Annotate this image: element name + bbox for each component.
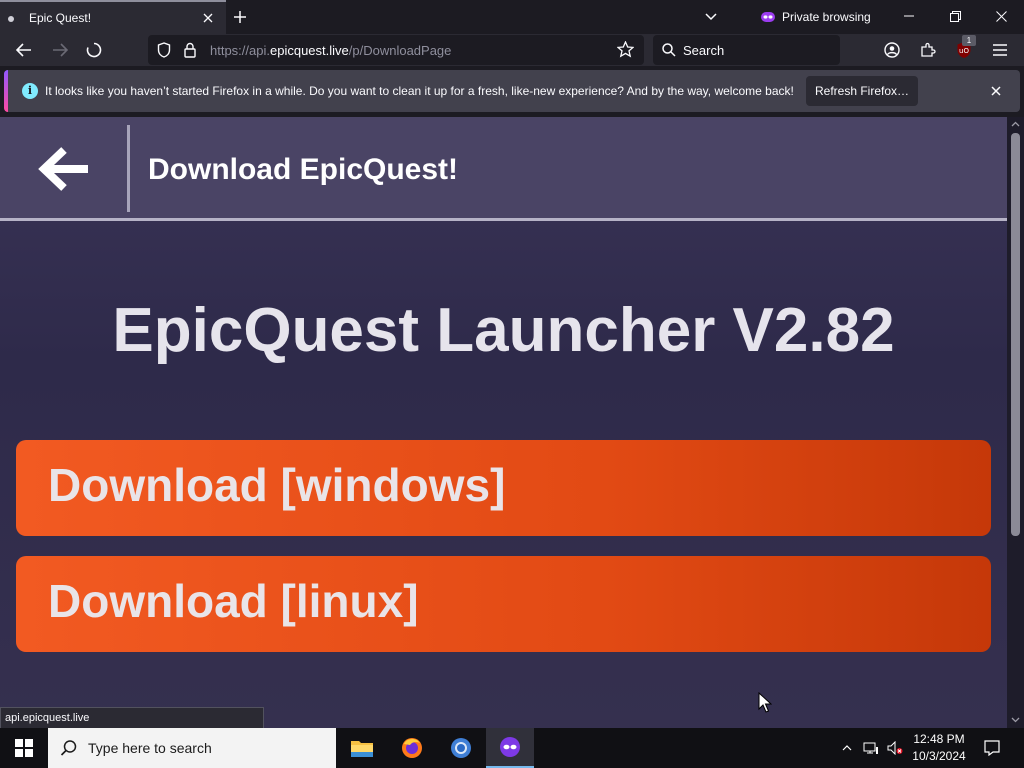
volume-muted-icon[interactable] (884, 728, 906, 768)
private-mask-icon (761, 12, 775, 22)
back-icon[interactable] (12, 38, 36, 62)
tab-strip: Epic Quest! Private browsing (0, 0, 1024, 34)
tracking-protection-shield-icon[interactable] (157, 42, 171, 63)
extensions-puzzle-icon[interactable] (916, 38, 940, 62)
info-icon: i (22, 83, 38, 99)
url-host: epicquest.live (269, 43, 349, 58)
file-explorer-icon[interactable] (338, 728, 386, 768)
extension-badge: 1 (962, 35, 976, 46)
svg-text:uO: uO (959, 47, 969, 55)
windows-taskbar: Type here to search 12:48 PM 10/3/2024 (0, 728, 1024, 768)
scroll-down-arrow-icon[interactable] (1011, 715, 1020, 724)
tab-title: Epic Quest! (29, 11, 92, 25)
tab-close-icon[interactable] (200, 10, 216, 26)
scroll-thumb[interactable] (1011, 133, 1020, 536)
page-viewport: Download EpicQuest! EpicQuest Launcher V… (0, 117, 1024, 728)
download-linux-button[interactable]: Download [linux] (16, 556, 991, 652)
minimize-icon[interactable] (886, 0, 932, 32)
notification-message: It looks like you haven’t started Firefo… (45, 84, 794, 98)
taskbar-search-icon (60, 740, 77, 756)
download-windows-label: Download [windows] (48, 459, 506, 511)
url-prefix: https://api. (210, 43, 270, 58)
chrome-taskbar-icon[interactable] (437, 728, 485, 768)
page-scrollbar[interactable] (1007, 117, 1024, 728)
taskbar-search-box[interactable]: Type here to search (48, 728, 336, 768)
taskbar-clock[interactable]: 12:48 PM 10/3/2024 (906, 731, 972, 765)
scroll-up-arrow-icon[interactable] (1011, 120, 1020, 129)
bookmark-star-icon[interactable] (616, 40, 635, 63)
firefox-taskbar-icon[interactable] (388, 728, 436, 768)
firefox-private-taskbar-icon[interactable] (486, 728, 534, 768)
header-divider (127, 125, 130, 212)
navigation-toolbar: https://api.epicquest.live/p/DownloadPag… (0, 34, 1024, 66)
clock-date: 10/3/2024 (912, 749, 966, 763)
clock-time: 12:48 PM (913, 732, 965, 746)
stop-loading-icon[interactable] (82, 38, 106, 62)
search-icon (662, 43, 676, 62)
search-bar[interactable]: Search (653, 35, 840, 65)
download-linux-label: Download [linux] (48, 575, 419, 627)
refresh-firefox-notification: i It looks like you haven’t started Fire… (4, 70, 1020, 112)
tab-favicon-icon (8, 16, 14, 22)
page-title: Download EpicQuest! (148, 153, 459, 186)
browser-tab[interactable]: Epic Quest! (0, 0, 226, 34)
forward-icon[interactable] (48, 38, 72, 62)
windows-start-icon[interactable] (0, 728, 48, 768)
url-path: /p/DownloadPage (348, 43, 452, 58)
search-placeholder: Search (683, 43, 725, 58)
page-header: Download EpicQuest! (0, 117, 1007, 221)
network-icon[interactable] (860, 728, 882, 768)
close-window-icon[interactable] (978, 0, 1024, 32)
status-link-url: api.epicquest.live (0, 707, 264, 728)
notification-accent (4, 70, 8, 112)
list-all-tabs-icon[interactable] (701, 7, 721, 27)
back-arrow-icon[interactable] (36, 145, 94, 193)
lock-icon[interactable] (184, 42, 196, 63)
taskbar-search-placeholder: Type here to search (88, 740, 212, 756)
address-bar[interactable]: https://api.epicquest.live/p/DownloadPag… (148, 35, 644, 65)
download-windows-button[interactable]: Download [windows] (16, 440, 991, 536)
new-tab-icon[interactable] (230, 7, 250, 27)
private-browsing-label: Private browsing (782, 10, 871, 24)
refresh-firefox-button[interactable]: Refresh Firefox… (806, 76, 918, 106)
account-icon[interactable] (880, 38, 904, 62)
private-browsing-indicator: Private browsing (760, 8, 871, 26)
restore-icon[interactable] (932, 0, 978, 32)
mouse-cursor-icon (758, 692, 772, 713)
menu-hamburger-icon[interactable] (988, 38, 1012, 62)
url-text[interactable]: https://api.epicquest.live/p/DownloadPag… (210, 43, 451, 58)
download-page: Download EpicQuest! EpicQuest Launcher V… (0, 117, 1007, 728)
show-hidden-icons-chevron-icon[interactable] (838, 728, 856, 768)
launcher-title: EpicQuest Launcher V2.82 (112, 296, 895, 365)
notifications-icon[interactable] (978, 728, 1006, 768)
notification-close-icon[interactable] (988, 83, 1004, 99)
